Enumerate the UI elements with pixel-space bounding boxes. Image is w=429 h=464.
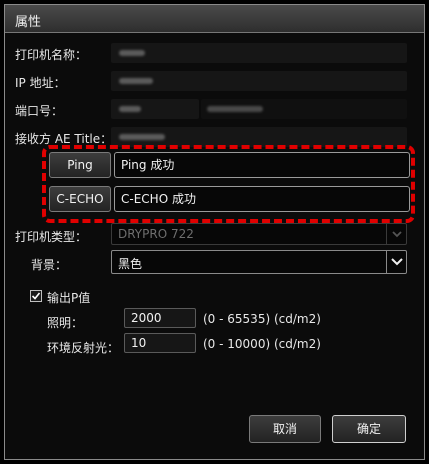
port-label: 端口号： <box>15 104 64 118</box>
illumination-label: 照明： <box>47 316 84 330</box>
printer-type-select[interactable]: DRYPRO 722 <box>111 223 407 245</box>
ip-address-input[interactable] <box>111 71 407 91</box>
printer-name-input[interactable] <box>111 43 407 63</box>
illumination-range: (0 - 65535) (cd/m2) <box>203 312 321 326</box>
output-p-value-checkbox[interactable] <box>30 290 42 302</box>
check-icon <box>31 292 41 300</box>
highlight-annotation <box>42 145 415 223</box>
dialog-title: 属性 <box>15 15 42 30</box>
cancel-button[interactable]: 取消 <box>249 415 321 443</box>
output-p-value-label: 输出P值 <box>47 291 91 305</box>
port-input[interactable] <box>111 99 199 119</box>
printer-name-label: 打印机名称： <box>15 48 88 62</box>
ae-title-input[interactable] <box>111 127 407 147</box>
chevron-down-icon <box>386 251 406 273</box>
background-label: 背景： <box>31 258 68 272</box>
ambient-light-range: (0 - 10000) (cd/m2) <box>203 337 321 351</box>
printer-type-value: DRYPRO 722 <box>118 227 194 241</box>
ip-address-label: IP 地址： <box>15 76 66 90</box>
illumination-input[interactable]: 2000 <box>124 308 196 328</box>
background-value: 黑色 <box>118 257 143 271</box>
ambient-light-label: 环境反射光： <box>47 341 120 355</box>
ok-button[interactable]: 确定 <box>332 415 406 443</box>
dialog-titlebar: 属性 <box>5 5 424 33</box>
printer-type-label: 打印机类型： <box>15 230 88 244</box>
properties-dialog: 属性 打印机名称： IP 地址： 端口号： 接收方 AE Title： Ping… <box>4 4 425 460</box>
ambient-light-input[interactable]: 10 <box>124 333 196 353</box>
port-range-hint <box>201 99 407 119</box>
background-select[interactable]: 黑色 <box>111 250 407 274</box>
chevron-down-icon <box>386 224 406 244</box>
